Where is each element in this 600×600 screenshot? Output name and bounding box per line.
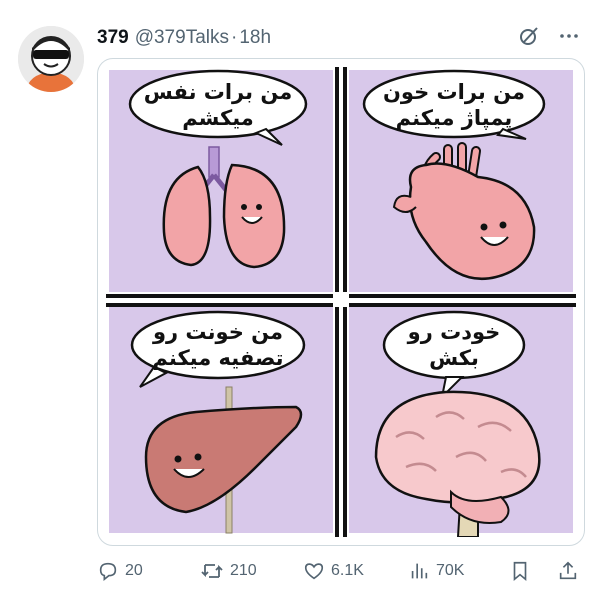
reply-count: 20 — [125, 562, 143, 579]
views-icon — [408, 560, 430, 582]
bookmark-button[interactable] — [509, 560, 531, 582]
comic-image: من برات نفس میکشم من برات خون پمپاژ میکن… — [106, 67, 576, 537]
avatar[interactable] — [18, 26, 84, 92]
repost-icon — [200, 560, 224, 582]
reply-button[interactable]: 20 — [97, 560, 143, 582]
speech-lungs-line1: من برات نفس — [144, 80, 292, 104]
separator-dot: · — [230, 27, 238, 48]
repost-button[interactable]: 210 — [200, 560, 257, 582]
share-icon — [557, 560, 579, 582]
views-count: 70K — [436, 562, 465, 579]
avatar-image — [18, 26, 84, 92]
like-count: 6.1K — [331, 562, 364, 579]
author-handle[interactable]: @379Talks — [135, 27, 229, 49]
repost-count: 210 — [230, 562, 257, 579]
author-name[interactable]: 379 — [97, 27, 129, 49]
speech-brain-line2: بکش — [429, 346, 479, 370]
grok-icon[interactable] — [518, 25, 540, 52]
like-icon — [303, 560, 325, 582]
more-icon[interactable] — [558, 25, 580, 52]
speech-liver-line2: تصفیه میکنم — [152, 346, 283, 370]
share-button[interactable] — [557, 560, 579, 582]
post-actions: 20 210 6.1K 70K — [97, 556, 582, 586]
speech-liver-line1: من خونت رو — [152, 320, 283, 344]
speech-heart-line1: من برات خون — [383, 80, 525, 104]
speech-heart-line2: پمپاژ میکنم — [396, 106, 513, 130]
views-button[interactable]: 70K — [408, 560, 464, 582]
speech-lungs-line2: میکشم — [182, 106, 254, 130]
bookmark-icon — [509, 560, 531, 582]
post-header: 379 @379Talks · 18h — [97, 24, 580, 52]
like-button[interactable]: 6.1K — [303, 560, 364, 582]
reply-icon — [97, 560, 119, 582]
post-media[interactable]: من برات نفس میکشم من برات خون پمپاژ میکن… — [97, 58, 585, 546]
post-time[interactable]: 18h — [239, 27, 271, 49]
speech-brain-line1: خودت رو — [407, 320, 501, 344]
